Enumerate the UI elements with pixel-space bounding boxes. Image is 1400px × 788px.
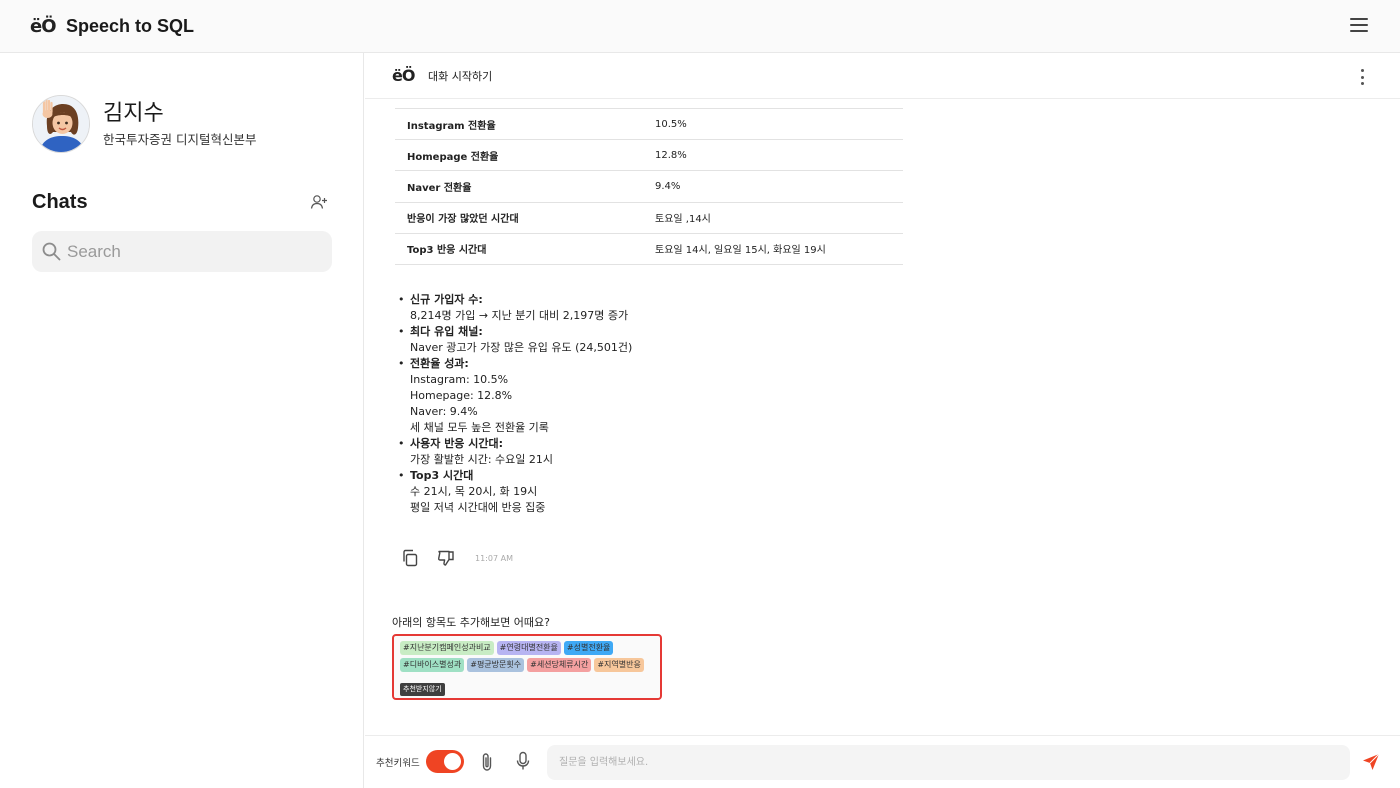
avatar-illustration-icon [33,96,89,152]
summary-line: 8,214명 가입 → 지난 분기 대비 2,197명 증가 [410,309,629,322]
profile-department: 한국투자증권 디지털혁신본부 [103,132,257,147]
user-profile: 김지수 한국투자증권 디지털혁신본부 [32,95,256,153]
list-item: Top3 시간대 수 21시, 목 20시, 화 19시 평일 저녁 시간대에 … [395,468,995,516]
search-box [32,231,332,272]
message-timestamp: 11:07 AM [475,553,513,563]
list-item: 신규 가입자 수: 8,214명 가입 → 지난 분기 대비 2,197명 증가 [395,292,995,324]
table-value: 9.4% [643,170,903,203]
chat-content: Instagram 전환율 10.5% Homepage 전환율 12.8% Nav… [365,100,1400,735]
send-icon[interactable] [1361,752,1381,772]
search-input[interactable] [67,241,307,262]
profile-name: 김지수 [103,100,164,125]
tag-row: #디바이스별성과 #평균방문횟수 #세션당체류시간 #지역별반응 [400,658,654,672]
keyword-toggle[interactable] [426,750,464,773]
hamburger-line [1350,18,1368,20]
thumbs-down-icon[interactable] [437,549,455,567]
question-input[interactable] [547,745,1350,780]
search-icon [42,242,61,261]
table-value: 토요일 ,14시 [643,202,903,234]
kebab-dot [1360,69,1364,72]
keyword-tag[interactable]: #평균방문횟수 [467,658,525,672]
hamburger-line [1350,24,1368,26]
list-item: 전환율 성과: Instagram: 10.5% Homepage: 12.8%… [395,356,995,436]
list-item: 최다 유입 채널: Naver 광고가 가장 많은 유입 유도 (24,501건… [395,324,995,356]
kebab-dot [1360,75,1364,79]
app-root: ëÖ Speech to SQL 김지수 한국투자증권 디지털혁신본부 Chat… [0,0,1400,788]
summary-heading: 최다 유입 채널: [410,325,483,338]
table-value: 12.8% [643,139,903,172]
table-value: 토요일 14시, 일요일 15시, 화요일 19시 [643,233,903,265]
table-key: Top3 반응 시간대 [395,233,643,265]
sidebar: 김지수 한국투자증권 디지털혁신본부 Chats [0,53,364,788]
table-key: 반응이 가장 많았던 시간대 [395,202,643,234]
summary-line: Naver 광고가 가장 많은 유입 유도 (24,501건) [410,341,633,354]
toggle-knob [444,753,461,770]
brand-logo: ëÖ [30,15,57,37]
table-key: Naver 전환율 [395,170,643,203]
keyword-toggle-label: 추천키워드 [376,758,420,769]
paperclip-icon[interactable] [479,752,495,772]
hamburger-line [1350,30,1368,32]
keyword-tag[interactable]: #세션당체류시간 [527,658,592,672]
table-row: Homepage 전환율 12.8% [395,139,903,172]
summary-line: Naver: 9.4% [410,405,478,418]
microphone-icon[interactable] [515,751,531,771]
table-value: 10.5% [643,107,903,141]
chat-header: ëÖ 대화 시작하기 [365,53,1400,99]
summary-list: 신규 가입자 수: 8,214명 가입 → 지난 분기 대비 2,197명 증가… [395,292,995,516]
avatar [32,95,90,153]
summary-line: Instagram: 10.5% [410,373,509,386]
tag-row: #지난분기캠페인성과비교 #연령대별전환율 #성별전환율 [400,641,654,655]
chats-title: Chats [32,191,88,213]
summary-heading: 신규 가입자 수: [410,293,483,306]
keyword-tag[interactable]: #지난분기캠페인성과비교 [400,641,494,655]
input-bar: 추천키워드 [365,735,1400,788]
table-row: Top3 반응 시간대 토요일 14시, 일요일 15시, 화요일 19시 [395,233,903,265]
summary-line: 가장 활발한 시간: 수요일 21시 [410,453,554,466]
table-key: Homepage 전환율 [395,139,643,172]
hamburger-icon[interactable] [1350,18,1368,32]
kebab-dot [1360,82,1364,85]
summary-line: 평일 저녁 시간대에 반응 집중 [410,501,546,514]
summary-line: 세 채널 모두 높은 전환율 기록 [410,421,549,434]
message-actions: 11:07 AM [401,549,513,567]
table-row: Naver 전환율 9.4% [395,170,903,203]
chat-main: ëÖ 대화 시작하기 Instagram 전환율 10.5% Homepage 전… [365,53,1400,788]
chat-title: 대화 시작하기 [428,69,493,83]
summary-heading: Top3 시간대 [410,469,474,482]
table-key: Instagram 전환율 [395,107,643,141]
keyword-tag[interactable]: #지역별반응 [594,658,644,672]
more-options-icon[interactable] [1360,69,1364,85]
summary-heading: 사용자 반응 시간대: [410,437,504,450]
keyword-tag[interactable]: #성별전환율 [563,641,614,655]
chat-logo: ëÖ [392,66,415,85]
suggestion-question: 아래의 항목도 추가해보면 어때요? [392,616,551,629]
keyword-suggestions: #지난분기캠페인성과비교 #연령대별전환율 #성별전환율 #디바이스별성과 #평… [392,634,662,700]
table-row: 반응이 가장 많았던 시간대 토요일 ,14시 [395,202,903,234]
list-item: 사용자 반응 시간대: 가장 활발한 시간: 수요일 21시 [395,436,995,468]
no-recommend-button[interactable]: 추천받지않기 [400,683,445,696]
profile-text: 김지수 한국투자증권 디지털혁신본부 [103,100,256,148]
add-user-icon[interactable] [310,194,328,210]
copy-icon[interactable] [401,549,419,567]
table-row: Instagram 전환율 10.5% [395,107,903,141]
summary-line: Homepage: 12.8% [410,389,513,402]
summary-heading: 전환율 성과: [410,357,469,370]
keyword-tag[interactable]: #연령대별전환율 [496,641,561,655]
top-header: ëÖ Speech to SQL [0,0,1400,53]
summary-line: 수 21시, 목 20시, 화 19시 [410,485,538,498]
stats-table: Instagram 전환율 10.5% Homepage 전환율 12.8% Nav… [395,107,903,265]
app-title: Speech to SQL [66,15,195,36]
keyword-tag[interactable]: #디바이스별성과 [400,658,465,672]
